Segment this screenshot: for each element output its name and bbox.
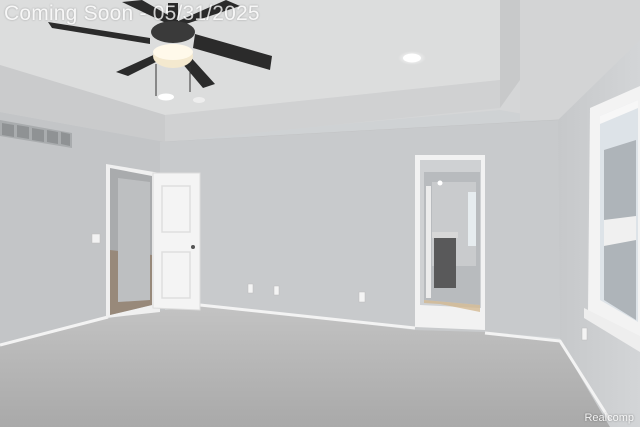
open-door-icon [152, 172, 201, 311]
window-icon [584, 86, 640, 352]
realcomp-watermark: Realcomp [584, 412, 634, 424]
hallway-doorway [415, 155, 485, 330]
back-wall [160, 120, 560, 338]
light-switch-icon [91, 233, 101, 244]
room-scene [0, 0, 640, 427]
left-doorway [106, 164, 160, 318]
coming-soon-banner: Coming Soon - 05/31/2025 [4, 2, 260, 25]
